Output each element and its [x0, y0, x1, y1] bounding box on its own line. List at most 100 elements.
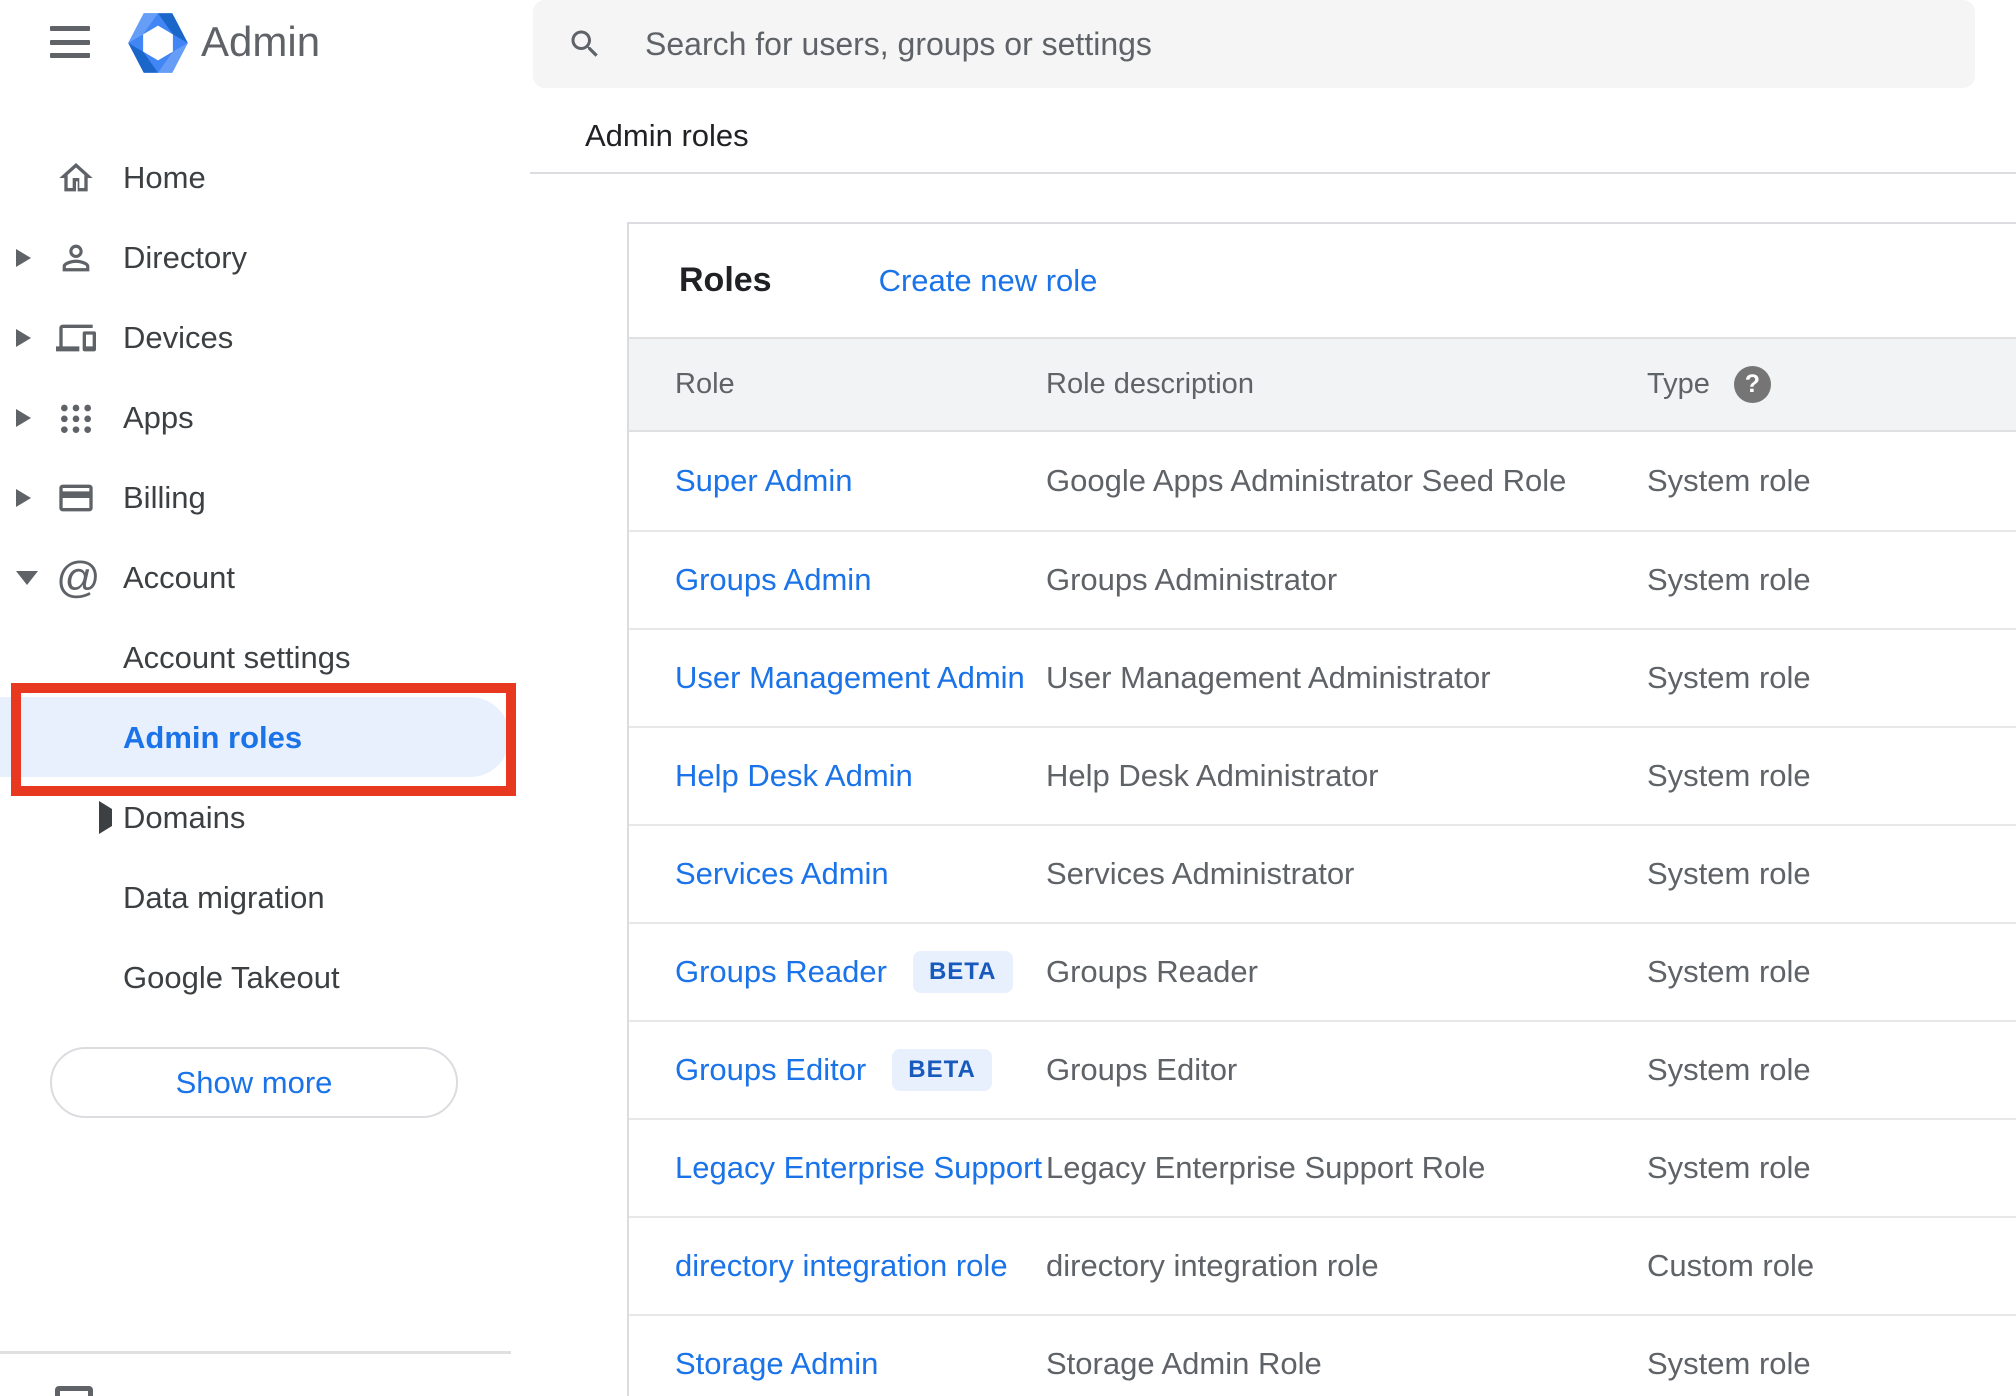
- sidebar-item-label: Admin roles: [123, 720, 303, 755]
- apps-grid-icon: [56, 398, 96, 438]
- credit-card-icon: [56, 478, 96, 518]
- breadcrumb: Admin roles: [585, 118, 749, 153]
- roles-panel: Roles Create new role Role Role descript…: [627, 222, 2016, 1396]
- sidebar-item-account[interactable]: @ Account: [0, 538, 530, 618]
- table-row: Services Admin Services Administrator Sy…: [629, 824, 2016, 922]
- create-new-role-link[interactable]: Create new role: [879, 263, 1098, 299]
- role-type: System role: [1647, 758, 1811, 793]
- search-input[interactable]: [645, 25, 1975, 63]
- header-divider: [530, 172, 2016, 174]
- role-type: System role: [1647, 1052, 1811, 1087]
- sidebar-item-label: Domains: [123, 800, 246, 835]
- role-description: Help Desk Administrator: [1046, 758, 1379, 793]
- sidebar-item-apps[interactable]: Apps: [0, 378, 530, 458]
- table-row: Groups Reader BETA Groups Reader System …: [629, 922, 2016, 1020]
- search-bar[interactable]: [533, 0, 1975, 88]
- sidebar-item-directory[interactable]: Directory: [0, 218, 530, 298]
- role-link[interactable]: Groups Reader: [675, 954, 887, 990]
- role-link[interactable]: Help Desk Admin: [675, 758, 913, 794]
- role-type: System role: [1647, 562, 1811, 597]
- role-link[interactable]: Legacy Enterprise Support: [675, 1150, 1042, 1186]
- table-row: Legacy Enterprise Support Legacy Enterpr…: [629, 1118, 2016, 1216]
- sidebar-item-home[interactable]: Home: [0, 138, 530, 218]
- role-type: System role: [1647, 1346, 1811, 1381]
- role-description: Groups Reader: [1046, 954, 1258, 989]
- expand-right-icon: [16, 409, 40, 427]
- sidebar-item-devices[interactable]: Devices: [0, 298, 530, 378]
- role-description: Groups Administrator: [1046, 562, 1338, 597]
- table-row: Groups Editor BETA Groups Editor System …: [629, 1020, 2016, 1118]
- hamburger-menu-icon[interactable]: [50, 26, 90, 58]
- role-type: Custom role: [1647, 1248, 1815, 1283]
- role-description: Services Administrator: [1046, 856, 1355, 891]
- table-row: Super Admin Google Apps Administrator Se…: [629, 432, 2016, 530]
- partial-cutoff-icon: [55, 1386, 93, 1396]
- expand-right-icon: [99, 801, 112, 834]
- devices-icon: [56, 318, 96, 358]
- sidebar-item-label: Devices: [123, 320, 234, 355]
- role-description: directory integration role: [1046, 1248, 1379, 1283]
- role-link[interactable]: Storage Admin: [675, 1346, 878, 1382]
- table-row: Help Desk Admin Help Desk Administrator …: [629, 726, 2016, 824]
- sidebar-item-label: Billing: [123, 480, 206, 515]
- table-row: directory integration role directory int…: [629, 1216, 2016, 1314]
- person-icon: [56, 238, 96, 278]
- expand-right-icon: [16, 249, 40, 267]
- sidebar-item-label: Apps: [123, 400, 194, 435]
- role-description: Legacy Enterprise Support Role: [1046, 1150, 1486, 1185]
- admin-console-page: Admin Home Directory Devices Apps Billin…: [0, 0, 2016, 1396]
- role-type: System role: [1647, 954, 1811, 989]
- app-title: Admin: [201, 18, 321, 65]
- show-more-button[interactable]: Show more: [50, 1047, 458, 1118]
- role-link[interactable]: Groups Admin: [675, 562, 871, 598]
- sidebar-item-admin-roles[interactable]: Admin roles: [0, 698, 530, 778]
- sidebar-bottom-divider: [0, 1351, 511, 1354]
- role-link[interactable]: User Management Admin: [675, 660, 1025, 696]
- sidebar-item-label: Account: [123, 560, 236, 595]
- role-description: User Management Administrator: [1046, 660, 1491, 695]
- role-description: Google Apps Administrator Seed Role: [1046, 463, 1567, 498]
- panel-title: Roles: [679, 261, 772, 299]
- sidebar-item-account-settings[interactable]: Account settings: [0, 618, 530, 698]
- role-link[interactable]: Services Admin: [675, 856, 889, 892]
- sidebar-item-label: Data migration: [123, 880, 325, 915]
- expand-right-icon: [16, 329, 40, 347]
- role-type: System role: [1647, 463, 1811, 498]
- roles-table-body: Super Admin Google Apps Administrator Se…: [629, 432, 2016, 1396]
- role-link[interactable]: Groups Editor: [675, 1052, 866, 1088]
- beta-badge: BETA: [892, 1049, 992, 1091]
- role-description: Storage Admin Role: [1046, 1346, 1322, 1381]
- table-row: User Management Admin User Management Ad…: [629, 628, 2016, 726]
- column-header-role: Role: [675, 368, 735, 400]
- sidebar-item-label: Account settings: [123, 640, 351, 675]
- at-sign-icon: @: [56, 553, 101, 602]
- role-link[interactable]: Super Admin: [675, 463, 853, 499]
- role-type: System role: [1647, 856, 1811, 891]
- role-description: Groups Editor: [1046, 1052, 1238, 1087]
- sidebar-item-label: Home: [123, 160, 206, 195]
- sidebar: Admin Home Directory Devices Apps Billin…: [0, 0, 530, 1396]
- expand-right-icon: [16, 489, 40, 507]
- roles-panel-header: Roles Create new role: [629, 224, 2016, 337]
- expand-down-icon: [16, 571, 40, 585]
- sidebar-item-domains[interactable]: Domains: [0, 778, 530, 858]
- admin-logo-hexagon: [127, 12, 189, 74]
- sidebar-item-data-migration[interactable]: Data migration: [0, 858, 530, 938]
- role-type: System role: [1647, 660, 1811, 695]
- sidebar-item-label: Google Takeout: [123, 960, 340, 995]
- column-header-type-label: Type: [1647, 368, 1710, 400]
- help-icon[interactable]: ?: [1733, 366, 1771, 403]
- sidebar-item-billing[interactable]: Billing: [0, 458, 530, 538]
- sidebar-item-label: Directory: [123, 240, 248, 275]
- search-icon: [567, 26, 603, 62]
- role-type: System role: [1647, 1150, 1811, 1185]
- column-header-description: Role description: [1046, 368, 1254, 400]
- home-icon: [56, 158, 96, 198]
- table-header-row: Role Role description Type ?: [629, 337, 2016, 432]
- table-row: Storage Admin Storage Admin Role System …: [629, 1314, 2016, 1396]
- sidebar-item-google-takeout[interactable]: Google Takeout: [0, 938, 530, 1018]
- beta-badge: BETA: [912, 951, 1013, 993]
- role-link[interactable]: directory integration role: [675, 1248, 1008, 1284]
- column-header-type: Type ?: [1647, 339, 1771, 430]
- table-row: Groups Admin Groups Administrator System…: [629, 530, 2016, 628]
